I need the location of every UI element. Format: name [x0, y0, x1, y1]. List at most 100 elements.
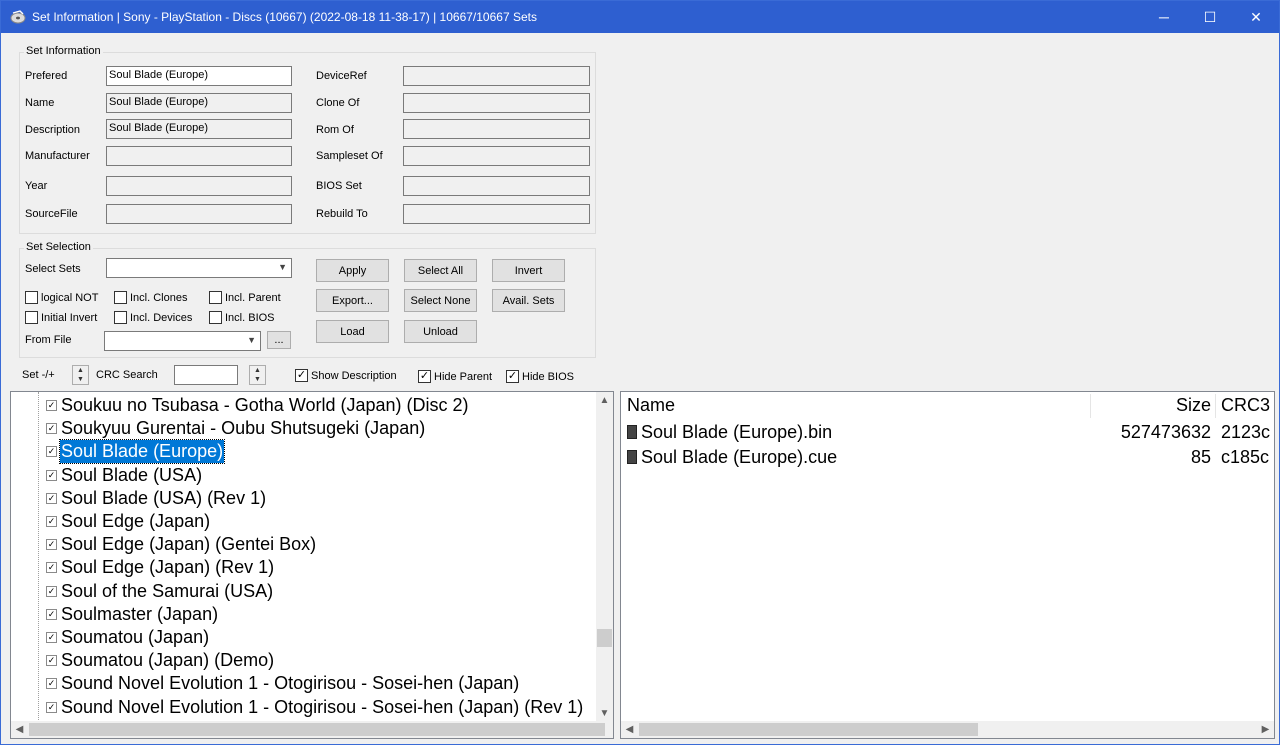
sourcefile-field[interactable] [106, 204, 292, 224]
set-list-item[interactable]: ✓ Soul Edge (Japan) (Gentei Box) [11, 533, 601, 556]
sourcefile-label: SourceFile [25, 208, 78, 220]
crc-search-input[interactable] [174, 365, 238, 385]
from-file-combo[interactable]: ▼ [104, 331, 261, 351]
set-list-item[interactable]: ✓ Sound Novel Evolution 1 - Otogirisou - … [11, 672, 601, 695]
close-button[interactable]: ✕ [1233, 1, 1279, 33]
checkmark-icon: ✓ [418, 370, 431, 383]
export-button[interactable]: Export... [316, 289, 389, 312]
manufacturer-label: Manufacturer [25, 150, 90, 162]
set-checkbox[interactable]: ✓ [46, 492, 57, 504]
apply-button[interactable]: Apply [316, 259, 389, 282]
checkbox-label: Incl. Devices [130, 311, 193, 324]
manufacturer-field[interactable] [106, 146, 292, 166]
crc-stepper[interactable]: ▲ ▼ [249, 365, 266, 385]
clone-of-field[interactable] [403, 93, 590, 113]
minimize-button[interactable]: ─ [1141, 1, 1187, 33]
column-header-crc[interactable]: CRC3 [1221, 392, 1270, 419]
incl-clones-checkbox[interactable]: Incl. Clones [114, 291, 187, 304]
set-checkbox[interactable]: ✓ [46, 516, 57, 527]
incl-bios-checkbox[interactable]: Incl. BIOS [209, 311, 275, 324]
year-field[interactable] [106, 176, 292, 196]
set-list-tree[interactable]: ✓ Soukuu no Tsubasa - Gotha World (Japan)… [10, 391, 614, 739]
incl-parent-checkbox[interactable]: Incl. Parent [209, 291, 281, 304]
avail-sets-button[interactable]: Avail. Sets [492, 289, 565, 312]
file-list-horizontal-scrollbar[interactable]: ◀ ▶ [621, 721, 1274, 738]
hide-parent-checkbox[interactable]: ✓ Hide Parent [418, 370, 492, 383]
set-list-item[interactable]: ✓ Soul Blade (USA) (Rev 1) [11, 487, 601, 510]
set-list-item[interactable]: ✓ Soumatou (Japan) (Demo) [11, 649, 601, 672]
set-list-item[interactable]: ✓ Soul Blade (Europe) [11, 439, 601, 465]
scroll-left-icon[interactable]: ◀ [11, 721, 28, 738]
set-checkbox[interactable]: ✓ [46, 608, 57, 620]
set-checkbox[interactable]: ✓ [46, 655, 57, 667]
select-all-button[interactable]: Select All [404, 259, 477, 282]
set-list-horizontal-scrollbar[interactable]: ◀ [11, 721, 613, 738]
logical-not-checkbox[interactable]: logical NOT [25, 291, 98, 304]
set-list-item[interactable]: ✓ Soul Blade (USA) [11, 464, 601, 487]
unload-button[interactable]: Unload [404, 320, 477, 343]
set-stepper-label: Set -/+ [22, 369, 55, 381]
browse-button[interactable]: ... [267, 331, 291, 349]
crc-search-label: CRC Search [96, 369, 158, 381]
set-checkbox[interactable]: ✓ [46, 539, 57, 551]
set-list-item[interactable]: ✓ Soukyuu Gurentai - Oubu Shutsugeki (Jap… [11, 417, 601, 440]
checkbox-label: logical NOT [41, 291, 99, 304]
set-stepper[interactable]: ▲ ▼ [72, 365, 89, 385]
set-list-item[interactable]: ✓ Soul Edge (Japan) [11, 510, 601, 533]
set-list-item[interactable]: ✓ Soukuu no Tsubasa - Gotha World (Japan)… [11, 394, 601, 417]
show-description-checkbox[interactable]: ✓ Show Description [295, 369, 397, 382]
column-header-size[interactable]: Size [1176, 392, 1211, 419]
invert-button[interactable]: Invert [492, 259, 565, 282]
prefered-label: Prefered [25, 70, 68, 82]
scroll-left-icon[interactable]: ◀ [621, 721, 638, 738]
scroll-right-icon[interactable]: ▶ [1257, 721, 1274, 738]
set-list-vertical-scrollbar[interactable]: ▲ ▼ [596, 392, 613, 722]
rebuild-to-field[interactable] [403, 204, 590, 224]
prefered-field[interactable]: Soul Blade (Europe) [106, 66, 292, 86]
set-checkbox[interactable]: ✓ [46, 632, 57, 643]
file-row[interactable]: Soul Blade (Europe).bin 527473632 2123c [621, 420, 1274, 444]
incl-devices-checkbox[interactable]: Incl. Devices [114, 311, 192, 324]
column-divider[interactable] [1215, 394, 1216, 418]
file-list-header: Name Size CRC3 [621, 392, 1274, 419]
set-list-item[interactable]: ✓ Soul of the Samurai (USA) [11, 580, 601, 603]
rom-file-list[interactable]: Name Size CRC3 Soul Blade (Europe).bin 5… [620, 391, 1275, 739]
hide-bios-checkbox[interactable]: ✓ Hide BIOS [506, 370, 574, 383]
scroll-thumb[interactable] [597, 629, 612, 647]
scroll-up-icon[interactable]: ▲ [596, 392, 613, 409]
scroll-down-icon[interactable]: ▼ [596, 705, 613, 722]
load-button[interactable]: Load [316, 320, 389, 343]
title-bar: Set Information | Sony - PlayStation - D… [1, 1, 1279, 33]
file-row[interactable]: Soul Blade (Europe).cue 85 c185c [621, 445, 1274, 469]
select-sets-combo[interactable]: ▼ [106, 258, 292, 278]
select-none-button[interactable]: Select None [404, 289, 477, 312]
set-checkbox[interactable]: ✓ [46, 400, 57, 411]
sampleset-of-field[interactable] [403, 146, 590, 166]
set-checkbox[interactable]: ✓ [46, 446, 57, 458]
description-field[interactable]: Soul Blade (Europe) [106, 119, 292, 139]
scroll-thumb[interactable] [639, 723, 978, 736]
set-checkbox[interactable]: ✓ [46, 678, 57, 690]
deviceref-field[interactable] [403, 66, 590, 86]
set-checkbox[interactable]: ✓ [46, 423, 57, 435]
set-list-item-label: Soumatou (Japan) (Demo) [61, 650, 275, 671]
column-divider[interactable] [1090, 394, 1091, 418]
set-checkbox[interactable]: ✓ [46, 562, 57, 574]
set-list-item[interactable]: ✓ Soulmaster (Japan) [11, 603, 601, 626]
set-list-item[interactable]: ✓ Sound Novel Evolution 1 - Otogirisou - … [11, 696, 601, 719]
checkmark-icon: ✓ [295, 369, 308, 382]
column-header-name[interactable]: Name [627, 392, 675, 419]
name-field[interactable]: Soul Blade (Europe) [106, 93, 292, 113]
set-list-item[interactable]: ✓ Soul Edge (Japan) (Rev 1) [11, 556, 601, 579]
maximize-button[interactable]: ☐ [1187, 1, 1233, 33]
year-label: Year [25, 180, 48, 192]
initial-invert-checkbox[interactable]: Initial Invert [25, 311, 97, 324]
set-list-item[interactable]: ✓ Soumatou (Japan) [11, 626, 601, 649]
scroll-thumb[interactable] [29, 723, 605, 736]
rom-of-field[interactable] [403, 119, 590, 139]
set-checkbox[interactable]: ✓ [46, 701, 57, 713]
set-checkbox[interactable]: ✓ [46, 469, 57, 481]
set-list-item-label: Sound Novel Evolution 1 - Otogirisou - S… [61, 696, 584, 717]
bios-set-field[interactable] [403, 176, 590, 196]
set-checkbox[interactable]: ✓ [46, 585, 57, 597]
